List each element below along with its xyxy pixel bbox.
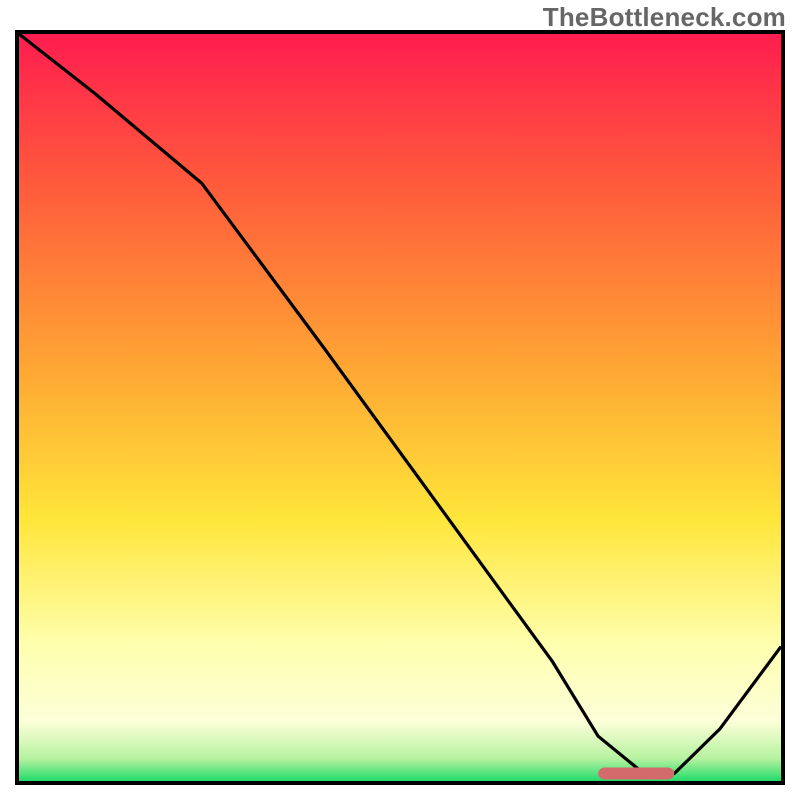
plot-area [19, 34, 781, 781]
background-gradient [19, 34, 781, 781]
optimum-marker [598, 768, 674, 780]
watermark-text: TheBottleneck.com [543, 2, 786, 33]
chart-container: TheBottleneck.com [0, 0, 800, 800]
chart-svg [19, 34, 781, 781]
chart-frame [15, 30, 785, 785]
